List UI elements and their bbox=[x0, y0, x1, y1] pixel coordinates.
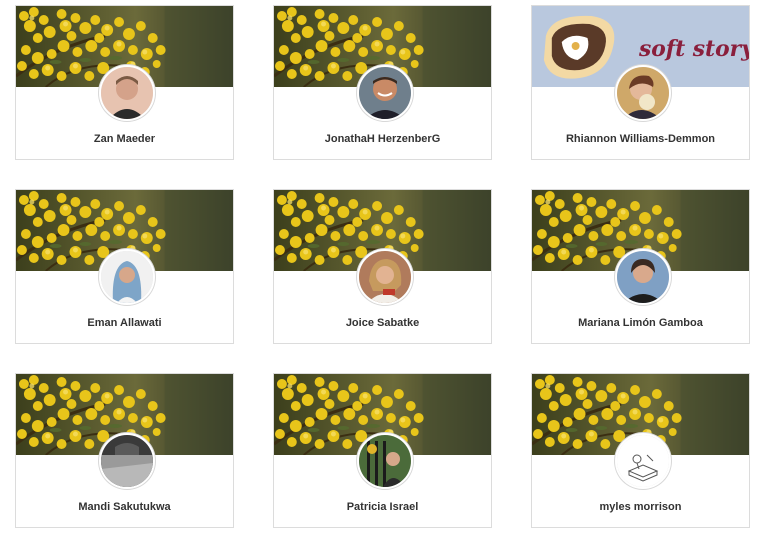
avatar bbox=[98, 433, 155, 489]
avatar bbox=[614, 433, 671, 489]
avatar bbox=[614, 249, 671, 305]
member-card-zan-maeder[interactable]: Zan Maeder bbox=[15, 5, 234, 160]
member-card-patricia-israel[interactable]: Patricia Israel bbox=[273, 373, 492, 528]
avatar bbox=[98, 65, 155, 121]
member-name: Patricia Israel bbox=[346, 501, 419, 513]
member-card-myles-morrison[interactable]: myles morrison bbox=[531, 373, 750, 528]
member-card-rhiannon-williams-demmon[interactable]: soft story Rhiannon Williams-Demmon bbox=[531, 5, 750, 160]
member-card-grid: Zan Maeder JonathaH HerzenberG soft stor… bbox=[0, 0, 768, 539]
member-card-mandi-sakutukwa[interactable]: Mandi Sakutukwa bbox=[15, 373, 234, 528]
member-name: myles morrison bbox=[599, 501, 682, 513]
member-name: Mariana Limón Gamboa bbox=[578, 317, 703, 329]
member-name: Rhiannon Williams-Demmon bbox=[565, 133, 716, 145]
avatar bbox=[356, 433, 413, 489]
soft-story-text: soft story bbox=[638, 36, 749, 62]
member-card-mariana-limon-gamboa[interactable]: Mariana Limón Gamboa bbox=[531, 189, 750, 344]
member-name: JonathaH HerzenberG bbox=[324, 133, 441, 145]
avatar bbox=[356, 249, 413, 305]
member-card-eman-allawati[interactable]: Eman Allawati bbox=[15, 189, 234, 344]
member-card-jonathah-herzenberg[interactable]: JonathaH HerzenberG bbox=[273, 5, 492, 160]
member-name: Eman Allawati bbox=[87, 317, 162, 329]
member-card-joice-sabatke[interactable]: Joice Sabatke bbox=[273, 189, 492, 344]
member-name: Mandi Sakutukwa bbox=[78, 501, 171, 513]
member-name: Zan Maeder bbox=[93, 133, 156, 145]
avatar bbox=[614, 65, 671, 121]
avatar bbox=[356, 65, 413, 121]
member-name: Joice Sabatke bbox=[345, 317, 420, 329]
avatar bbox=[98, 249, 155, 305]
